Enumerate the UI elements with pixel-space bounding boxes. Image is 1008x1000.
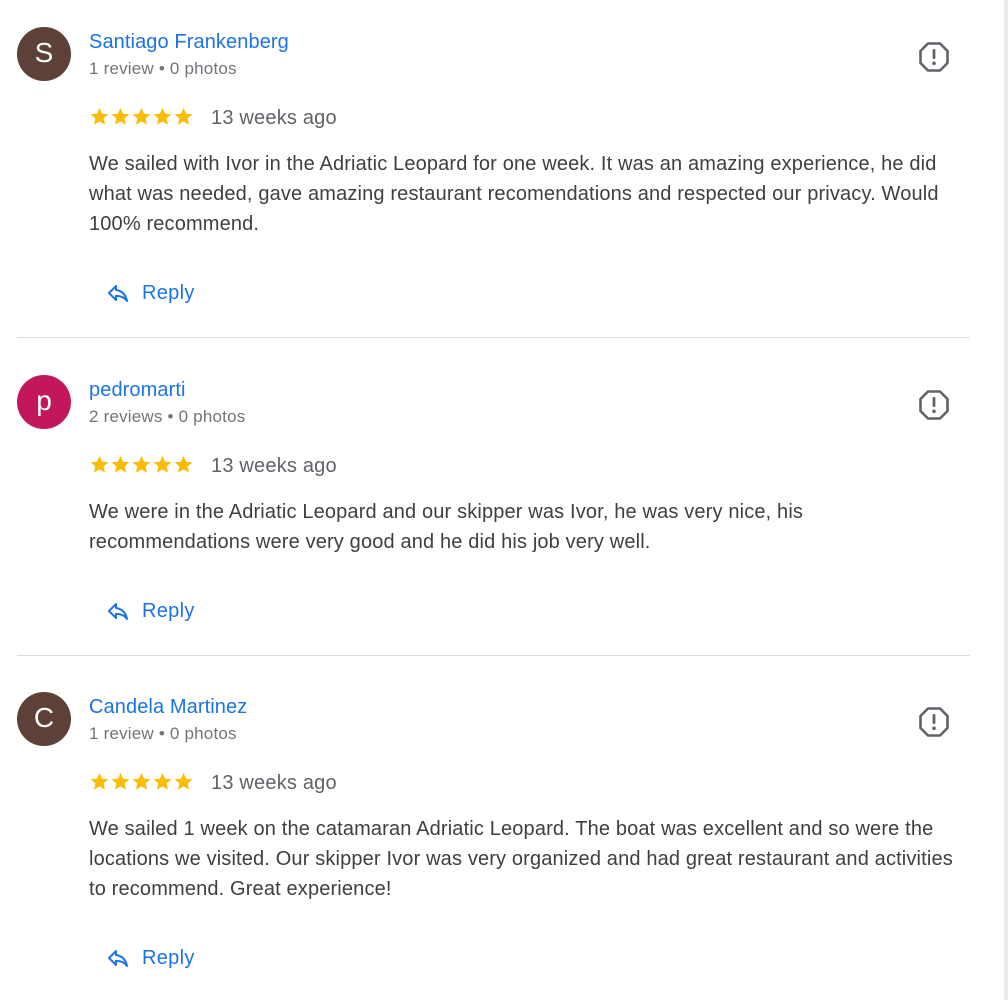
reviewer-name[interactable]: Santiago Frankenberg: [89, 31, 289, 54]
star-icon: [153, 772, 172, 790]
star-rating: [89, 454, 194, 476]
avatar[interactable]: C: [17, 692, 71, 746]
reply-icon: [108, 285, 128, 302]
reviewer-meta: 2 reviews • 0 photos: [89, 407, 246, 426]
star-icon: [174, 107, 193, 125]
star-rating: [89, 106, 194, 128]
star-icon: [132, 455, 151, 473]
divider: [17, 655, 970, 656]
divider: [17, 337, 970, 338]
star-icon: [153, 455, 172, 473]
review-time: 13 weeks ago: [211, 107, 337, 129]
star-icon: [90, 455, 109, 473]
report-icon[interactable]: [917, 388, 951, 422]
reply-button[interactable]: Reply: [98, 588, 203, 634]
reviewer-meta: 1 review • 0 photos: [89, 59, 237, 78]
star-icon: [111, 772, 130, 790]
reply-icon: [108, 603, 128, 620]
star-icon: [132, 772, 151, 790]
review-text: We sailed 1 week on the catamaran Adriat…: [89, 818, 953, 900]
star-icon: [111, 107, 130, 125]
reply-label: Reply: [142, 281, 195, 304]
star-icon: [153, 107, 172, 125]
report-icon[interactable]: [917, 705, 951, 739]
star-icon: [90, 772, 109, 790]
reviewer-meta: 1 review • 0 photos: [89, 724, 237, 743]
star-rating: [89, 771, 194, 793]
star-icon: [174, 455, 193, 473]
report-icon[interactable]: [917, 40, 951, 74]
star-icon: [111, 455, 130, 473]
avatar[interactable]: S: [17, 27, 71, 81]
reply-button[interactable]: Reply: [98, 935, 203, 981]
star-icon: [174, 772, 193, 790]
review-time: 13 weeks ago: [211, 455, 337, 477]
reply-icon: [108, 950, 128, 967]
star-icon: [132, 107, 151, 125]
reviewer-name[interactable]: Candela Martinez: [89, 696, 247, 719]
avatar[interactable]: p: [17, 375, 71, 429]
reply-label: Reply: [142, 946, 195, 969]
reviews-page: S Santiago Frankenberg 1 review • 0 phot…: [0, 0, 1008, 1000]
review-time: 13 weeks ago: [211, 772, 337, 794]
scrollbar-track[interactable]: [1004, 0, 1008, 1000]
review-text: We were in the Adriatic Leopard and our …: [89, 501, 804, 553]
review-text: We sailed with Ivor in the Adriatic Leop…: [89, 153, 939, 235]
reply-label: Reply: [142, 599, 195, 622]
star-icon: [90, 107, 109, 125]
reply-button[interactable]: Reply: [98, 270, 203, 316]
reviewer-name[interactable]: pedromarti: [89, 379, 186, 402]
